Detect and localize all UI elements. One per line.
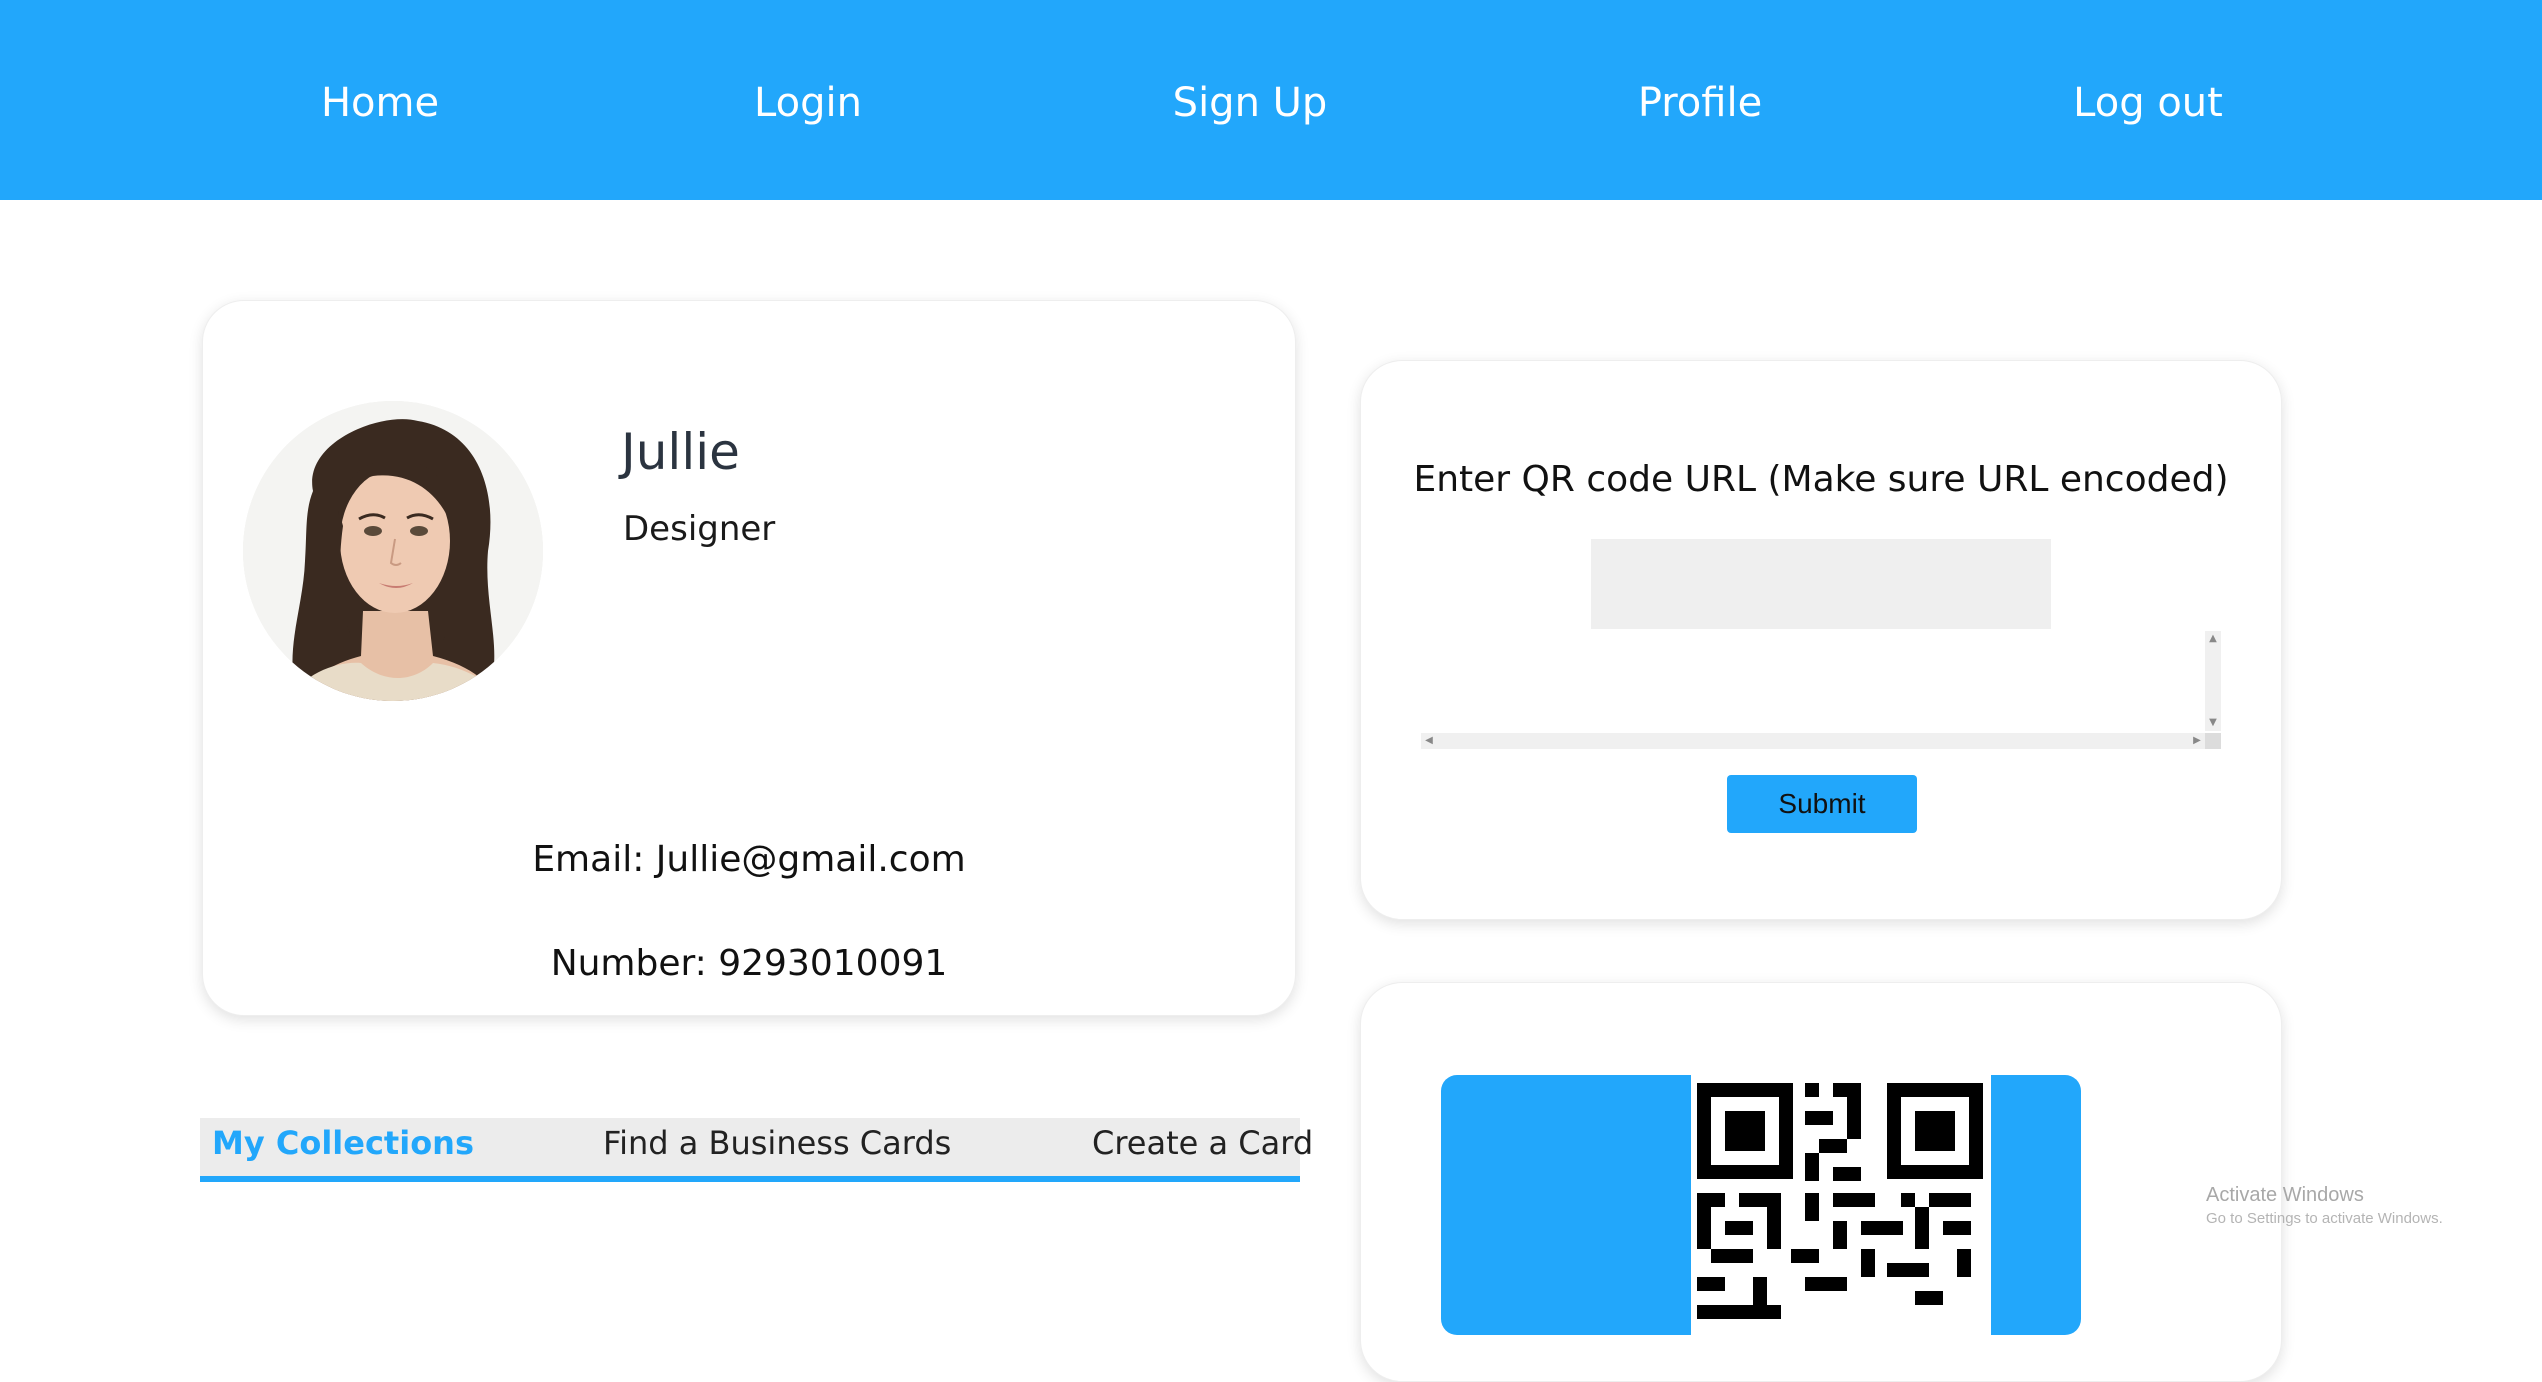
- tab-find-business-cards[interactable]: Find a Business Cards: [603, 1124, 951, 1162]
- avatar-photo-icon: [243, 401, 543, 701]
- qr-textarea[interactable]: ▲ ▼ ◀ ▶: [1421, 631, 2221, 749]
- nav-profile-link[interactable]: Profile: [1638, 70, 1762, 136]
- qr-code-icon: [1691, 1075, 1991, 1335]
- collection-tabs: My Collections Find a Business Cards Cre…: [200, 1118, 1313, 1182]
- scroll-up-icon[interactable]: ▲: [2205, 631, 2221, 647]
- scroll-right-icon[interactable]: ▶: [2189, 733, 2205, 749]
- profile-role: Designer: [623, 509, 776, 549]
- activate-windows-subtitle: Go to Settings to activate Windows.: [2206, 1210, 2443, 1227]
- qr-input-card: Enter QR code URL (Make sure URL encoded…: [1360, 360, 2282, 920]
- nav-logout-link[interactable]: Log out: [2073, 70, 2223, 136]
- avatar: [243, 401, 543, 701]
- nav-home-link[interactable]: Home: [321, 70, 439, 136]
- qr-url-input[interactable]: [1591, 539, 2051, 629]
- vertical-scrollbar[interactable]: ▲ ▼: [2205, 631, 2221, 731]
- nav-signup-link[interactable]: Sign Up: [1173, 70, 1328, 136]
- scroll-corner: [2205, 733, 2221, 749]
- profile-name: Jullie: [621, 423, 740, 481]
- tab-my-collections[interactable]: My Collections: [212, 1124, 474, 1162]
- profile-card: Jullie Designer Email: Jullie@gmail.com …: [202, 300, 1296, 1016]
- submit-button[interactable]: Submit: [1727, 775, 1917, 833]
- profile-email: Email: Jullie@gmail.com: [532, 839, 966, 880]
- activate-windows-title: Activate Windows: [2206, 1184, 2364, 1206]
- scroll-left-icon[interactable]: ◀: [1421, 733, 1437, 749]
- profile-number: Number: 9293010091: [550, 943, 948, 984]
- tab-create-card[interactable]: Create a Card: [1092, 1124, 1313, 1162]
- scroll-down-icon[interactable]: ▼: [2205, 715, 2221, 731]
- qr-banner: [1441, 1075, 2081, 1335]
- nav-login-link[interactable]: Login: [754, 70, 862, 136]
- horizontal-scrollbar[interactable]: ◀ ▶: [1421, 733, 2205, 749]
- top-nav-bar: Home Login Sign Up Profile Log out: [0, 0, 2542, 200]
- qr-form-title: Enter QR code URL (Make sure URL encoded…: [1413, 459, 2229, 500]
- qr-result-card: [1360, 982, 2282, 1382]
